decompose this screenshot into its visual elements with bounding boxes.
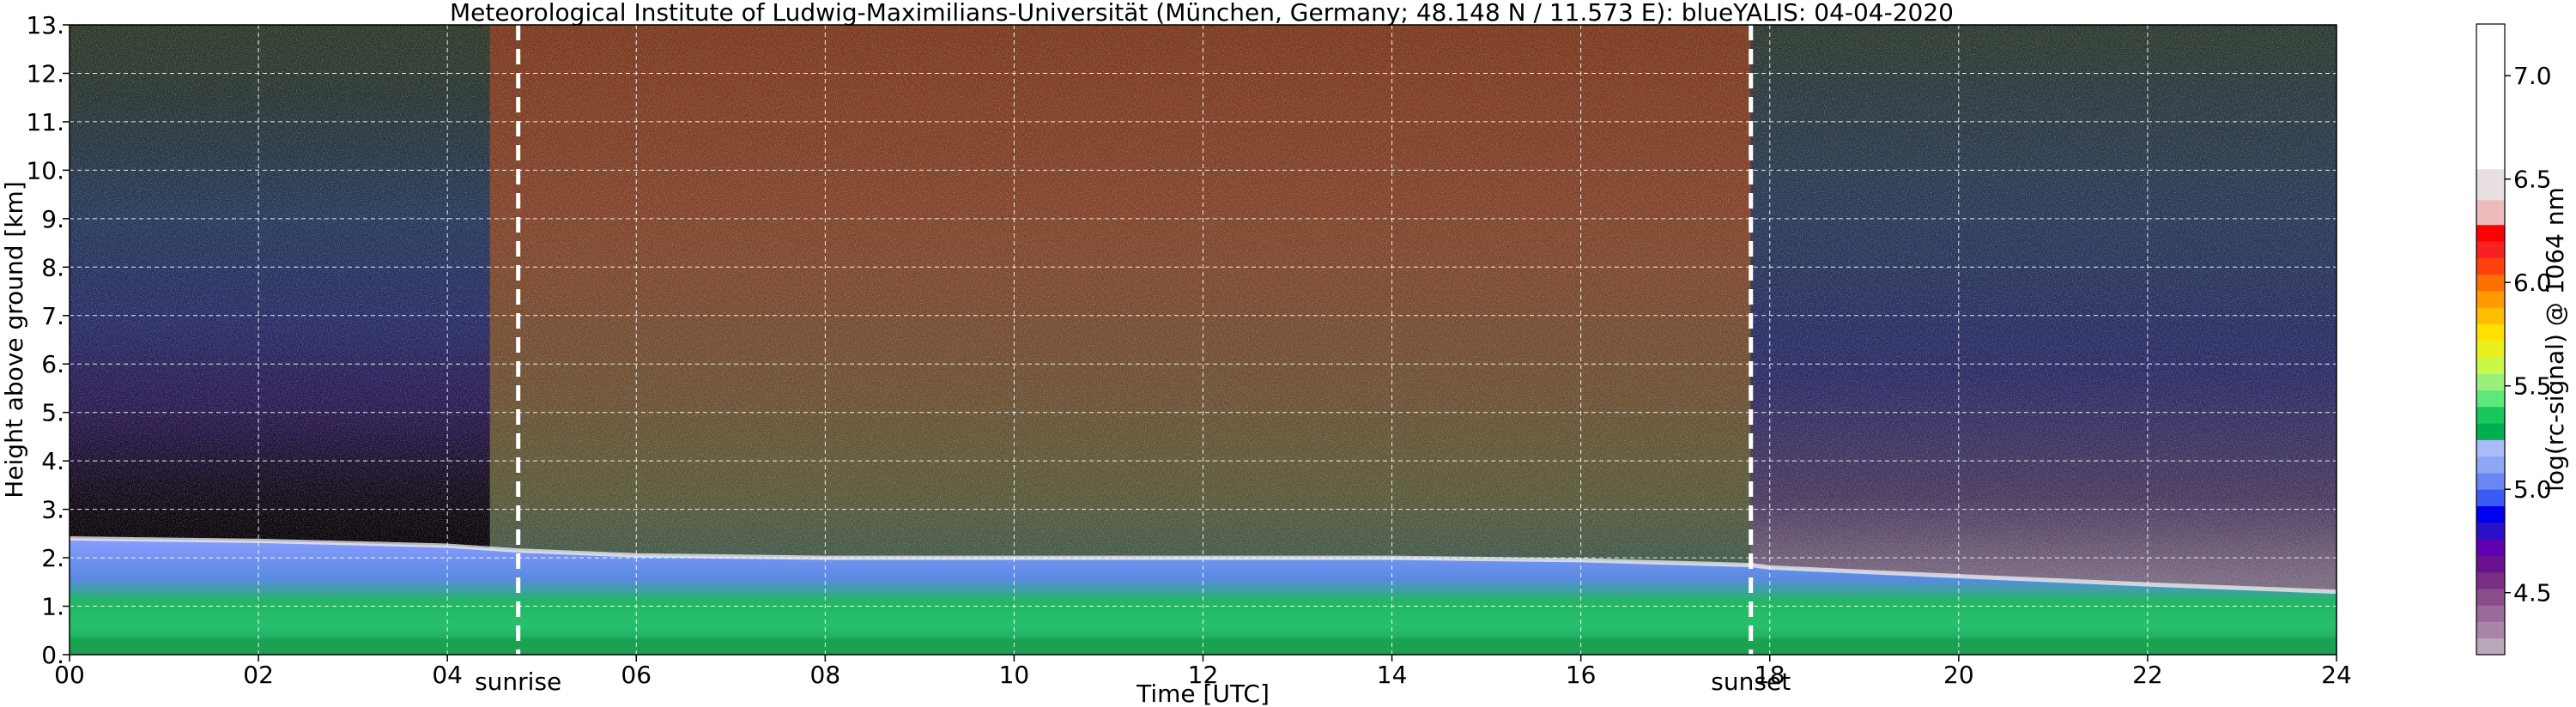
x-axis-label: Time [UTC] (1136, 680, 1270, 707)
colorbar-band (2476, 621, 2505, 639)
colorbar-band (2476, 274, 2505, 292)
colorbar-band (2476, 539, 2505, 556)
x-tick-label: 20 (1943, 661, 1974, 689)
colorbar-band (2476, 307, 2505, 324)
y-axis-ticks: 0. 1. 2. 3. 4. 5. 6. 7. 8. 9. 10. 11. 12. 13. (26, 11, 70, 669)
x-tick-label: 02 (243, 661, 274, 689)
lidar-figure: sunrise sunset 00 02 04 06 08 10 12 14 16 18 20 22 24… (0, 0, 2569, 707)
y-tick-label: 11. (26, 108, 64, 136)
colorbar-label: log(rc-signal) @ 1064 nm (2541, 187, 2569, 492)
colorbar-band (2476, 257, 2505, 275)
x-tick-label: 18 (1755, 661, 1785, 689)
x-tick-label: 24 (2321, 661, 2352, 689)
colorbar-band (2476, 605, 2505, 622)
colorbar-band (2476, 241, 2505, 258)
colorbar-band (2476, 224, 2505, 242)
colorbar-band (2476, 24, 2505, 170)
x-tick-label: 22 (2132, 661, 2163, 689)
x-tick-label: 08 (810, 661, 841, 689)
y-tick-label: 9. (41, 205, 64, 233)
colorbar-band (2476, 456, 2505, 474)
y-tick-label: 0. (41, 641, 64, 669)
colorbar-band (2476, 406, 2505, 424)
colorbar-band (2476, 505, 2505, 523)
colorbar-band (2476, 423, 2505, 440)
colorbar-band (2476, 472, 2505, 490)
colorbar-band (2476, 390, 2505, 408)
colorbar-band (2476, 323, 2505, 341)
colorbar-band (2476, 356, 2505, 374)
x-tick-label: 10 (999, 661, 1030, 689)
colorbar-band (2476, 522, 2505, 540)
colorbar-tick-label: 4.5 (2513, 579, 2552, 607)
x-tick-label: 14 (1377, 661, 1408, 689)
y-tick-label: 10. (26, 156, 64, 184)
colorbar-band (2476, 290, 2505, 308)
colorbar-band (2476, 571, 2505, 589)
y-tick-label: 3. (41, 496, 64, 524)
colorbar-band (2476, 638, 2505, 656)
y-tick-label: 13. (26, 11, 64, 39)
y-tick-label: 5. (41, 399, 64, 427)
colorbar-band (2476, 168, 2505, 201)
marker-label-sunrise: sunrise (475, 668, 561, 696)
y-tick-label: 6. (41, 350, 64, 378)
y-tick-label: 7. (41, 302, 64, 330)
y-tick-label: 8. (41, 253, 64, 281)
x-tick-label: 16 (1566, 661, 1597, 689)
colorbar-band (2476, 373, 2505, 391)
y-axis-label: Height above ground [km] (0, 181, 28, 499)
colorbar-tick-label: 7.0 (2513, 62, 2552, 90)
y-tick-label: 12. (26, 59, 64, 88)
y-tick-label: 2. (41, 544, 64, 572)
colorbar-band (2476, 588, 2505, 606)
y-tick-label: 4. (41, 447, 64, 475)
colorbar-band (2476, 489, 2505, 506)
x-tick-label: 06 (621, 661, 652, 689)
x-tick-label: 04 (432, 661, 463, 689)
y-tick-label: 1. (41, 593, 64, 621)
chart-title: Meteorological Institute of Ludwig-Maxim… (450, 0, 1954, 27)
colorbar-band (2476, 199, 2505, 226)
colorbar-band (2476, 555, 2505, 573)
colorbar-band (2476, 340, 2505, 358)
colorbar-band (2476, 439, 2505, 457)
